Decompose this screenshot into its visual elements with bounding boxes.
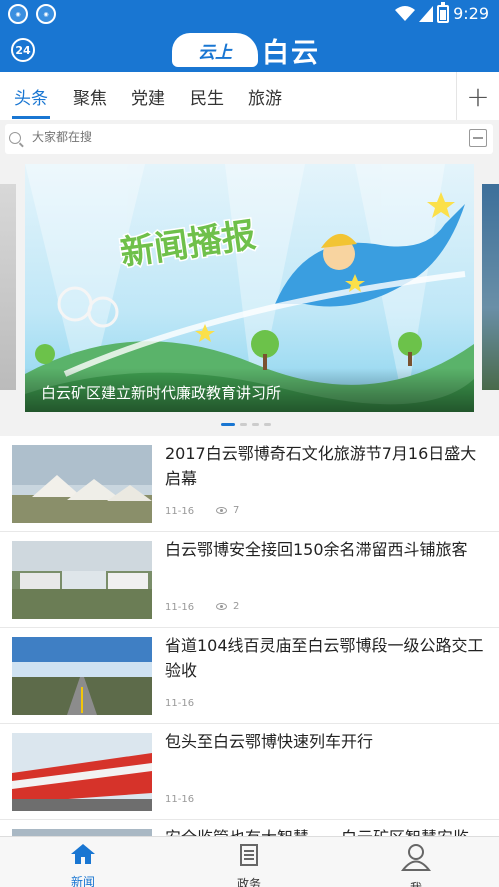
nav-news[interactable]: 新闻 xyxy=(53,843,113,887)
tab-livelihood[interactable]: 民生 xyxy=(190,84,224,109)
banner-slide[interactable]: 新闻播报 白云矿区建立新时代廉政教育讲习所 xyxy=(25,164,474,412)
tab-headline[interactable]: 头条 xyxy=(14,84,48,109)
news-thumbnail xyxy=(12,541,152,619)
battery-icon xyxy=(437,1,450,23)
search-input[interactable] xyxy=(32,130,412,144)
app-logo: 云上 白云 xyxy=(172,32,320,69)
nav-me-label: 我 xyxy=(410,879,422,887)
app-notification-icon-2: ◉ xyxy=(36,4,56,24)
plus-icon: + xyxy=(466,79,490,113)
active-tab-indicator xyxy=(12,116,50,119)
news-item[interactable]: 省道104线百灵庙至白云鄂博段一级公路交工验收 11-16 xyxy=(0,628,499,724)
carousel-dot[interactable] xyxy=(264,423,271,426)
news-view-count: 2 xyxy=(233,601,240,612)
news-item[interactable]: 白云鄂博安全接回150余名滞留西斗铺旅客 11-16 2 xyxy=(0,532,499,628)
news-view-count: 7 xyxy=(233,505,240,516)
news-thumbnail xyxy=(12,733,152,811)
status-time: 9:29 xyxy=(453,4,489,23)
banner-caption: 白云矿区建立新时代廉政教育讲习所 xyxy=(25,368,474,412)
user-icon xyxy=(401,844,431,871)
logo-cloud: 云上 xyxy=(172,33,258,67)
carousel-dot[interactable] xyxy=(240,423,247,426)
news-views: 7 xyxy=(216,505,239,516)
nav-government[interactable]: 政务 xyxy=(219,843,279,887)
news-item[interactable]: 2017白云鄂博奇石文化旅游节7月16日盛大启幕 11-16 7 xyxy=(0,436,499,532)
home-icon xyxy=(71,844,95,864)
eye-icon xyxy=(216,603,227,610)
news-thumbnail xyxy=(12,445,152,523)
news-date: 11-16 xyxy=(165,698,195,709)
news-date: 11-16 xyxy=(165,506,195,517)
news-item[interactable]: 包头至白云鄂博快速列车开行 11-16 xyxy=(0,724,499,820)
nav-me[interactable]: 我 xyxy=(386,843,446,887)
news-title: 包头至白云鄂博快速列车开行 xyxy=(165,732,374,751)
news-title: 2017白云鄂博奇石文化旅游节7月16日盛大启幕 xyxy=(165,444,477,488)
news-date: 11-16 xyxy=(165,794,195,805)
status-bar: ◉ ◉ 9:29 xyxy=(0,0,499,28)
badge-24-icon[interactable]: 24 xyxy=(11,38,35,62)
news-title: 安全监管也有大智慧——白云矿区智慧安监 xyxy=(165,825,485,836)
nav-news-label: 新闻 xyxy=(70,875,95,887)
news-list: 2017白云鄂博奇石文化旅游节7月16日盛大启幕 11-16 7 白云鄂博安全接… xyxy=(0,436,499,836)
banner-prev-slide[interactable] xyxy=(0,184,16,390)
logo-cloud-text: 云上 xyxy=(198,42,232,63)
tab-party[interactable]: 党建 xyxy=(131,84,165,109)
news-title: 白云鄂博安全接回150余名滞留西斗铺旅客 xyxy=(165,540,468,559)
add-channel-button[interactable]: + xyxy=(456,72,499,120)
carousel-indicator xyxy=(221,423,271,426)
eye-icon xyxy=(216,507,227,514)
app-header: 24 云上 白云 xyxy=(0,28,499,72)
tab-focus[interactable]: 聚焦 xyxy=(73,84,107,109)
nav-government-label: 政务 xyxy=(236,877,261,887)
logo-text: 白云 xyxy=(262,37,320,69)
news-date: 11-16 xyxy=(165,602,195,613)
scan-icon[interactable] xyxy=(469,129,487,147)
document-icon xyxy=(240,844,258,866)
banner-next-slide[interactable] xyxy=(482,184,499,390)
news-views: 2 xyxy=(216,601,239,612)
carousel-dot[interactable] xyxy=(221,423,235,426)
news-item[interactable]: 安全监管也有大智慧——白云矿区智慧安监 xyxy=(0,820,499,836)
banner-image-text: 新闻播报 xyxy=(118,215,258,274)
channel-tabs: 头条 聚焦 党建 民生 旅游 + xyxy=(0,72,499,120)
tab-travel[interactable]: 旅游 xyxy=(248,84,282,109)
search-bar[interactable] xyxy=(5,124,493,154)
bottom-nav: 新闻 政务 我 xyxy=(0,836,499,887)
signal-icon xyxy=(419,5,434,22)
news-title: 省道104线百灵庙至白云鄂博段一级公路交工验收 xyxy=(165,636,484,680)
search-icon xyxy=(9,132,21,144)
banner-carousel: 新闻播报 白云矿区建立新时代廉政教育讲习所 xyxy=(0,158,499,434)
carousel-dot[interactable] xyxy=(252,423,259,426)
news-thumbnail xyxy=(12,829,152,836)
news-thumbnail xyxy=(12,637,152,715)
app-notification-icon: ◉ xyxy=(8,4,28,24)
wifi-icon xyxy=(395,5,416,21)
